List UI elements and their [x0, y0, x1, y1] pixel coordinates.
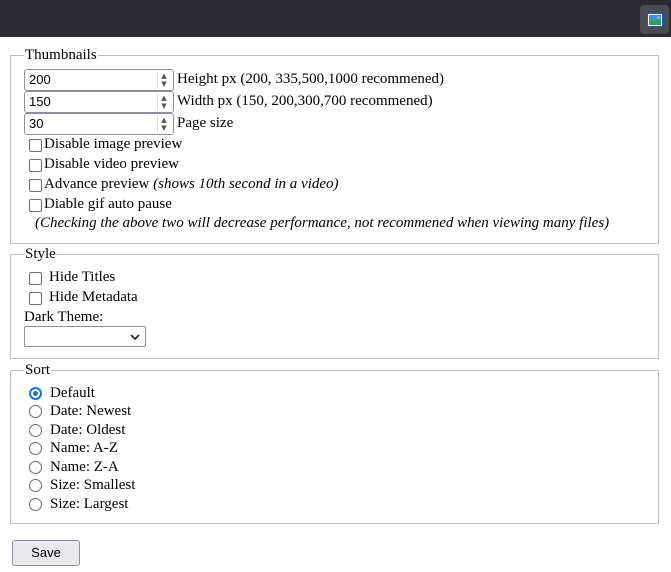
width-input-value: 150 — [29, 94, 51, 109]
save-button[interactable]: Save — [12, 540, 80, 566]
sort-radio-name-z-a[interactable] — [29, 461, 42, 474]
sort-radio-name-a-z[interactable] — [29, 442, 42, 455]
style-legend: Style — [25, 246, 56, 262]
width-input[interactable]: 150 ▲ ▼ — [24, 91, 174, 113]
chevron-down-icon — [130, 334, 140, 340]
thumbnails-legend: Thumbnails — [25, 47, 97, 63]
page-size-input[interactable]: 30 ▲ ▼ — [24, 113, 174, 135]
sort-option-name-z-a: Name: Z-A — [50, 459, 119, 475]
disable-image-preview-label: Disable image preview — [44, 136, 183, 152]
disable-video-preview-label: Disable video preview — [44, 156, 179, 172]
width-spinner[interactable]: ▲ ▼ — [157, 94, 170, 110]
sort-option-size-smallest: Size: Smallest — [50, 477, 136, 493]
sort-option-date-oldest: Date: Oldest — [50, 422, 126, 438]
height-input[interactable]: 200 ▲ ▼ — [24, 69, 174, 91]
sort-option-size-largest: Size: Largest — [50, 496, 129, 512]
sort-option-date-newest: Date: Newest — [50, 403, 132, 419]
extension-button[interactable] — [640, 5, 669, 34]
sort-radio-size-largest[interactable] — [29, 498, 42, 511]
browser-toolbar — [0, 0, 671, 37]
hide-titles-checkbox[interactable] — [29, 272, 42, 285]
width-label: Width px (150, 200,300,700 recommened) — [177, 93, 433, 109]
diable-gif-auto-pause-checkbox[interactable] — [29, 199, 42, 212]
image-gallery-icon — [646, 12, 663, 27]
page-size-label: Page size — [177, 115, 234, 131]
page-size-input-value: 30 — [29, 116, 44, 131]
sort-option-name-a-z: Name: A-Z — [50, 440, 118, 456]
height-label: Height px (200, 335,500,1000 recommened) — [177, 71, 445, 87]
advance-preview-checkbox[interactable] — [29, 179, 42, 192]
disable-image-preview-checkbox[interactable] — [29, 139, 42, 152]
height-spinner[interactable]: ▲ ▼ — [157, 72, 170, 88]
advance-preview-note: (shows 10th second in a video) — [153, 176, 339, 192]
diable-gif-auto-pause-label: Diable gif auto pause — [44, 196, 172, 212]
sort-radio-size-smallest[interactable] — [29, 479, 42, 492]
advance-preview-text: Advance preview — [44, 176, 150, 192]
disable-video-preview-checkbox[interactable] — [29, 159, 42, 172]
hide-metadata-label: Hide Metadata — [49, 289, 138, 305]
sort-legend: Sort — [25, 362, 51, 378]
page-size-spinner[interactable]: ▲ ▼ — [157, 116, 170, 132]
hide-metadata-checkbox[interactable] — [29, 292, 42, 305]
dark-theme-label: Dark Theme: — [24, 309, 104, 325]
sort-option-default: Default — [50, 385, 95, 401]
advance-preview-label: Advance preview (shows 10th second in a … — [44, 176, 339, 193]
height-input-value: 200 — [29, 72, 51, 87]
hide-titles-label: Hide Titles — [49, 269, 116, 285]
sort-radio-date-newest[interactable] — [29, 405, 42, 418]
sort-radio-default[interactable] — [29, 387, 42, 400]
performance-warning: (Checking the above two will decrease pe… — [35, 215, 610, 231]
dark-theme-select[interactable] — [24, 326, 146, 347]
sort-radio-date-oldest[interactable] — [29, 424, 42, 437]
